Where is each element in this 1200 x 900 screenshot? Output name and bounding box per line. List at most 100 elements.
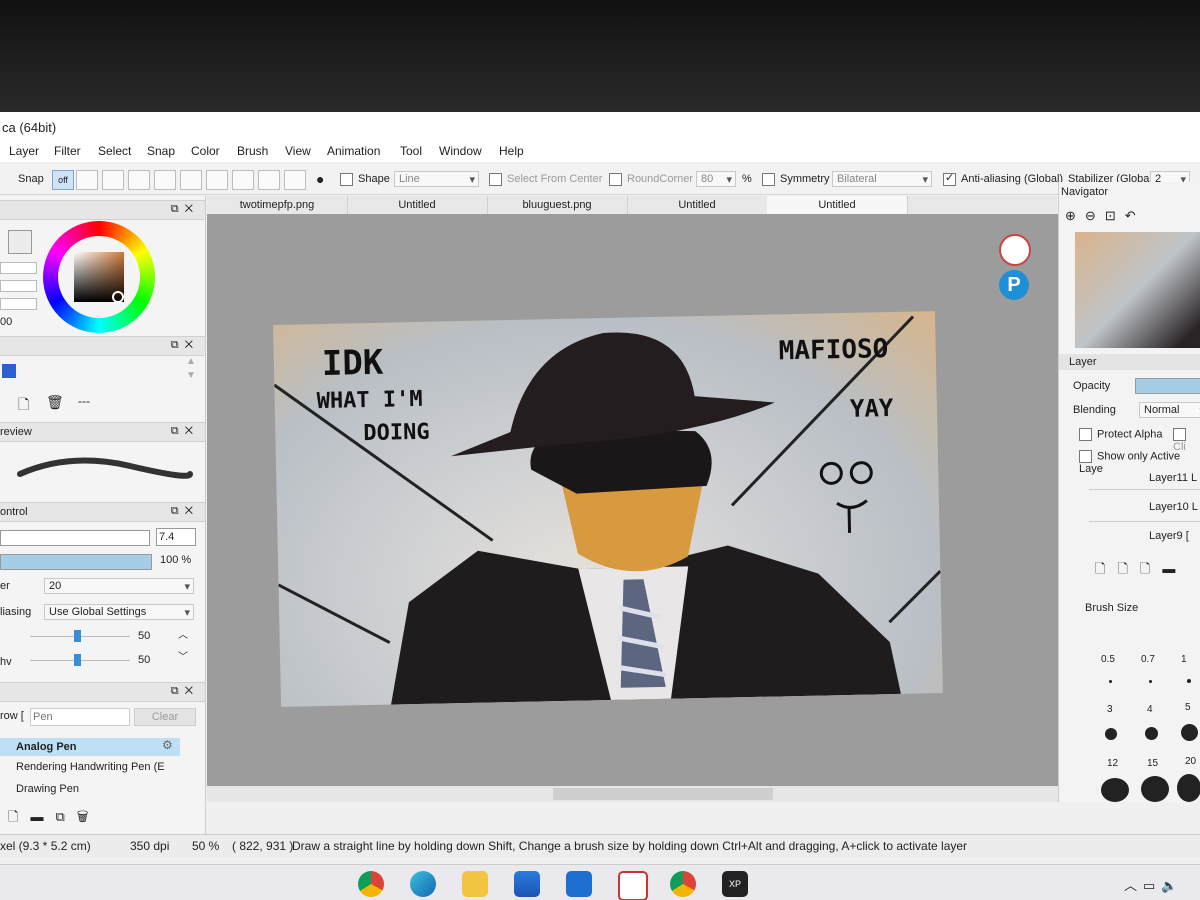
color-field-s[interactable] [0,280,37,292]
file-explorer-icon[interactable] [462,871,488,897]
snap-crisscross-button[interactable] [102,170,124,190]
menu-help[interactable]: Help [499,144,524,158]
new-page-icon[interactable]: 🗋 [18,394,29,418]
brush-item-rendering-handwriting-pen[interactable]: Rendering Handwriting Pen (E [0,758,180,776]
snap-vanishing-button[interactable] [128,170,150,190]
protect-alpha-toggle[interactable]: Protect Alpha [1079,428,1162,441]
symmetry-toggle[interactable]: Symmetry [762,169,830,189]
panel-controls[interactable]: ⧉✕ [171,505,199,518]
aliasing-select[interactable]: Use Global Settings [44,604,194,620]
mail-icon[interactable] [566,871,592,897]
medibang-icon[interactable] [618,871,648,900]
tab-untitled-2[interactable]: Untitled [627,196,768,214]
shape-toggle[interactable]: Shape [340,169,390,189]
size-dot-07[interactable] [1149,680,1152,683]
chevron-down-icon[interactable]: ﹀ [178,648,188,663]
chevron-up-icon[interactable]: ▲ [186,356,196,367]
layer-actions[interactable]: 🗋🗋🗋▬ [1095,560,1187,582]
round-corner-checkbox[interactable] [609,172,622,186]
size-dot-3[interactable] [1105,728,1117,740]
layer-row-10[interactable]: Layer10 L [1089,492,1200,522]
canvas-area[interactable]: P IDK WHAT I'M DOING MAFIOSO YAY [207,214,1071,802]
density-slider[interactable] [0,554,152,570]
round-corner-toggle[interactable]: RoundCorner [609,169,693,189]
brush-item-analog-pen[interactable]: Analog Pen [0,738,180,756]
select-from-center-checkbox[interactable] [489,172,502,186]
brush-item-drawing-pen[interactable]: Drawing Pen [0,780,180,798]
size-dot-1[interactable] [1187,679,1191,683]
size-dot-5[interactable] [1181,724,1198,741]
size-dot-12[interactable] [1101,778,1129,802]
artwork[interactable]: IDK WHAT I'M DOING MAFIOSO YAY [273,311,943,707]
gear-icon[interactable]: ⚙ [162,738,173,752]
tab-bluuguest[interactable]: bluuguest.png [487,196,628,214]
color-picker-handle[interactable] [112,291,124,303]
menu-view[interactable]: View [285,144,311,158]
brush-actions[interactable]: 🗋▬⧉🗑 [8,808,100,830]
snap-curve-button[interactable] [206,170,228,190]
panel-controls[interactable]: ⧉✕ [171,203,199,216]
panel-controls[interactable]: ⧉✕ [171,685,199,698]
antialiasing-checkbox[interactable] [943,171,956,186]
snap-parallel-button[interactable] [76,170,98,190]
select-from-center-toggle[interactable]: Select From Center [489,169,602,189]
tab-untitled-3[interactable]: Untitled [767,196,908,214]
symmetry-select[interactable]: Bilateral [832,171,932,187]
slider2-handle[interactable] [74,654,81,666]
color-field-h[interactable] [0,262,37,274]
chevron-down-icon[interactable]: ▼ [186,370,196,381]
snap-circle-button[interactable] [180,170,202,190]
tab-untitled-1[interactable]: Untitled [347,196,488,214]
menu-color[interactable]: Color [191,144,220,158]
size-dot-4[interactable] [1145,727,1158,740]
snap-3d-button[interactable] [284,170,306,190]
menu-window[interactable]: Window [439,144,482,158]
system-tray[interactable]: ︿▭🔈 [1124,875,1184,894]
filter-select[interactable]: 20 [44,578,194,594]
navigator-thumbnail[interactable] [1075,232,1200,348]
panel-controls[interactable]: ⧉✕ [171,339,199,352]
horizontal-scrollbar[interactable] [207,786,1071,802]
xp-pen-icon[interactable]: XP [722,871,748,897]
antialiasing-toggle[interactable]: Anti-aliasing (Global) [943,169,1063,189]
slider1-handle[interactable] [74,630,81,642]
color-wheel[interactable] [43,221,155,333]
symmetry-checkbox[interactable] [762,172,775,186]
clip-checkbox[interactable] [1173,428,1186,441]
menu-filter[interactable]: Filter [54,144,81,158]
snap-grid-button[interactable] [232,170,254,190]
menu-brush[interactable]: Brush [237,144,268,158]
blending-select[interactable]: Normal [1139,402,1200,418]
brush-size-slider[interactable] [0,530,150,546]
more-icon[interactable]: --- [78,394,90,408]
round-corner-select[interactable]: 80 [696,171,736,187]
panel-controls[interactable]: ⧉✕ [171,425,199,438]
show-only-active-checkbox[interactable] [1079,450,1092,463]
shape-select[interactable]: Line [394,171,479,187]
menu-tool[interactable]: Tool [400,144,422,158]
palette-color-swatch[interactable] [2,364,16,378]
clear-button[interactable]: Clear [134,708,196,726]
snap-radial-button[interactable] [154,170,176,190]
menu-layer[interactable]: Layer [9,144,39,158]
size-dot-05[interactable] [1109,680,1112,683]
brush-filter-input[interactable] [30,708,130,726]
menu-animation[interactable]: Animation [327,144,380,158]
protect-alpha-checkbox[interactable] [1079,428,1092,441]
chrome-icon[interactable] [358,871,384,897]
edge-icon[interactable] [410,871,436,897]
snap-perspective-button[interactable] [258,170,280,190]
navigator-tools[interactable]: ⊕⊖⊡↶ [1065,208,1145,224]
scrollbar-thumb[interactable] [553,788,773,800]
store-icon[interactable] [514,871,540,897]
opacity-slider[interactable] [1135,378,1200,394]
avatar[interactable] [999,234,1031,266]
secondary-color-swatch[interactable] [8,230,32,254]
color-field-v[interactable] [0,298,37,310]
chevron-up-icon[interactable]: ︿ [178,626,188,641]
menu-snap[interactable]: Snap [147,144,175,158]
menu-select[interactable]: Select [98,144,131,158]
tab-twotimepfp[interactable]: twotimepfp.png [207,196,348,214]
chrome-profile-icon[interactable] [670,871,696,897]
layer-row-11[interactable]: Layer11 L [1089,466,1200,490]
